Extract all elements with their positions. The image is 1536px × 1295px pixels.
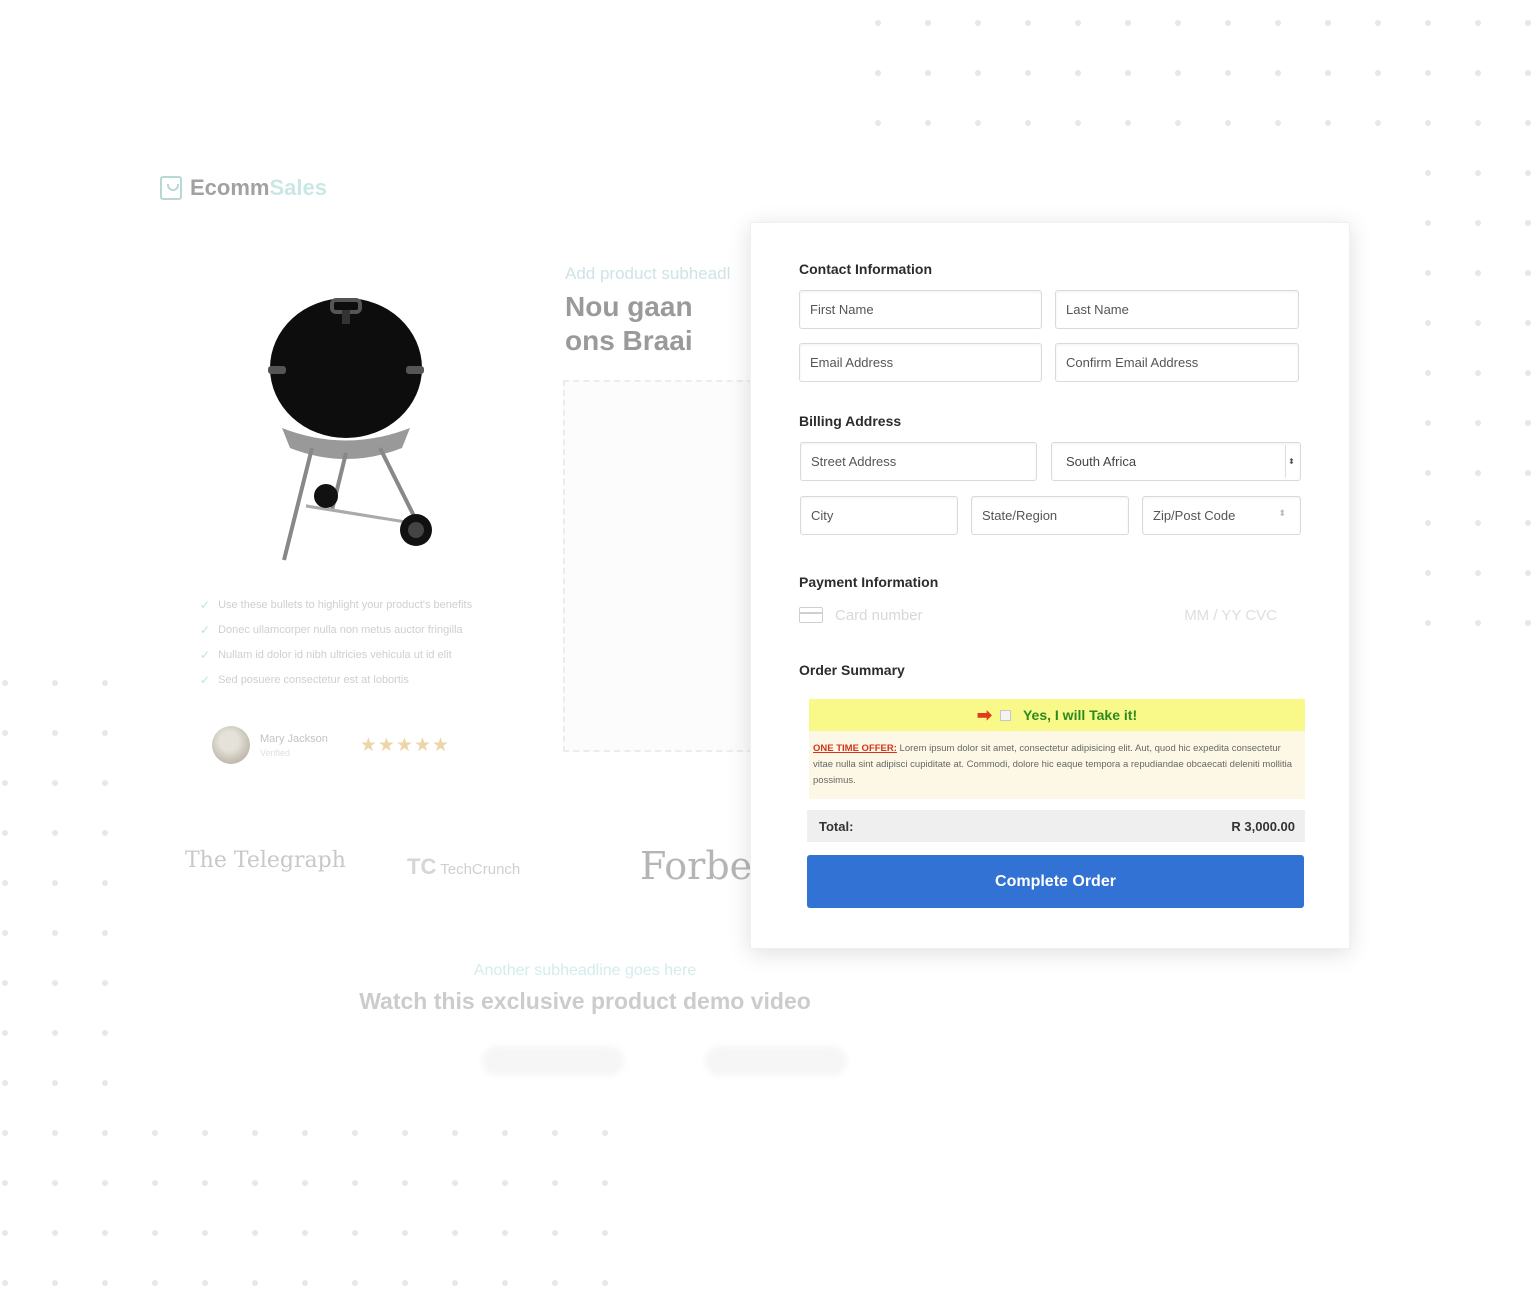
order-total-row: Total: R 3,000.00 [807, 810, 1305, 842]
last-name-input[interactable] [1056, 291, 1298, 328]
street-address-input[interactable] [801, 443, 1036, 480]
brand-logo[interactable]: EcommSales [160, 175, 327, 201]
state-field[interactable] [971, 496, 1129, 535]
summary-section-title: Order Summary [799, 662, 905, 678]
bullet-item: ✓ Nullam id dolor id nibh ultricies vehic… [200, 647, 452, 662]
check-icon: ✓ [200, 597, 211, 612]
blurred-button [705, 1046, 847, 1076]
demo-subheadline: Another subheadline goes here [473, 962, 697, 979]
upsell-offer-box: ➡ Yes, I will Take it! ONE TIME OFFER: L… [809, 699, 1305, 799]
bullet-item: ✓ Donec ullamcorper nulla non metus aucto… [200, 622, 463, 637]
street-address-field[interactable] [800, 442, 1037, 481]
city-input[interactable] [801, 497, 957, 534]
first-name-input[interactable] [800, 291, 1041, 328]
check-icon: ✓ [200, 622, 211, 637]
offer-description: ONE TIME OFFER: Lorem ipsum dolor sit am… [813, 743, 1292, 786]
press-logo-forbes: Forbes [640, 844, 750, 888]
benefit-bullets: ✓ Use these bullets to highlight your pro… [200, 592, 472, 692]
email-input[interactable] [800, 344, 1041, 381]
country-select[interactable]: South Africa ⬍ [1051, 442, 1301, 481]
bullet-item: ✓ Use these bullets to highlight your pro… [200, 597, 473, 612]
avatar [212, 726, 250, 764]
reviewer-name: Mary Jackson Verified [260, 732, 328, 758]
upsell-checkbox-bar[interactable]: ➡ Yes, I will Take it! [809, 699, 1305, 731]
product-subheadline: Add product subheadl [565, 264, 731, 283]
email-field[interactable] [799, 343, 1042, 382]
contact-section-title: Contact Information [799, 261, 932, 277]
upsell-checkbox[interactable] [999, 709, 1011, 721]
city-field[interactable] [800, 496, 958, 535]
total-value: R 3,000.00 [1231, 818, 1295, 834]
offer-label: ONE TIME OFFER: [813, 743, 897, 754]
press-logo-techcrunch: TC TechCrunch [407, 854, 521, 879]
zip-input[interactable] [1143, 497, 1300, 534]
checkout-form-card: Contact Information Billing Address Sout… [750, 222, 1350, 949]
product-grill-image [268, 298, 432, 561]
total-label: Total: [819, 818, 854, 834]
arrow-right-icon: ➡ [976, 704, 992, 725]
payment-section-title: Payment Information [799, 574, 939, 590]
last-name-field[interactable] [1055, 290, 1299, 329]
check-icon: ✓ [200, 672, 211, 687]
country-select-value: South Africa [1066, 454, 1137, 469]
customer-review: Mary Jackson Verified ★★★★★ [212, 726, 450, 764]
shopping-bag-icon [160, 176, 182, 200]
card-input-row[interactable]: Card number MM / YY CVC [799, 603, 1277, 627]
state-input[interactable] [972, 497, 1128, 534]
brand-name: EcommSales [190, 175, 327, 200]
first-name-field[interactable] [799, 290, 1042, 329]
stepper-icon: ⬍ [1278, 508, 1286, 518]
press-logo-telegraph: The Telegraph [185, 848, 346, 873]
upsell-checkbox-label[interactable]: Yes, I will Take it! [1023, 707, 1137, 723]
card-expiry-cvc-input[interactable]: MM / YY CVC [1184, 607, 1277, 624]
confirm-email-input[interactable] [1056, 344, 1298, 381]
product-headline: Nou gaan ons Braai [565, 291, 693, 356]
confirm-email-field[interactable] [1055, 343, 1299, 382]
zip-field[interactable]: ⬍ [1142, 496, 1301, 535]
credit-card-icon [799, 607, 823, 623]
select-arrows-icon: ⬍ [1285, 445, 1297, 478]
complete-order-button[interactable]: Complete Order [807, 855, 1304, 908]
video-placeholder [563, 380, 753, 752]
demo-headline: Watch this exclusive product demo video [359, 988, 811, 1014]
blurred-button [482, 1046, 624, 1076]
billing-section-title: Billing Address [799, 413, 902, 429]
bullet-item: ✓ Sed posuere consectetur est at lobortis [200, 672, 409, 687]
card-number-input[interactable]: Card number [835, 607, 1184, 624]
check-icon: ✓ [200, 647, 211, 662]
rating-stars: ★★★★★ [359, 734, 451, 756]
